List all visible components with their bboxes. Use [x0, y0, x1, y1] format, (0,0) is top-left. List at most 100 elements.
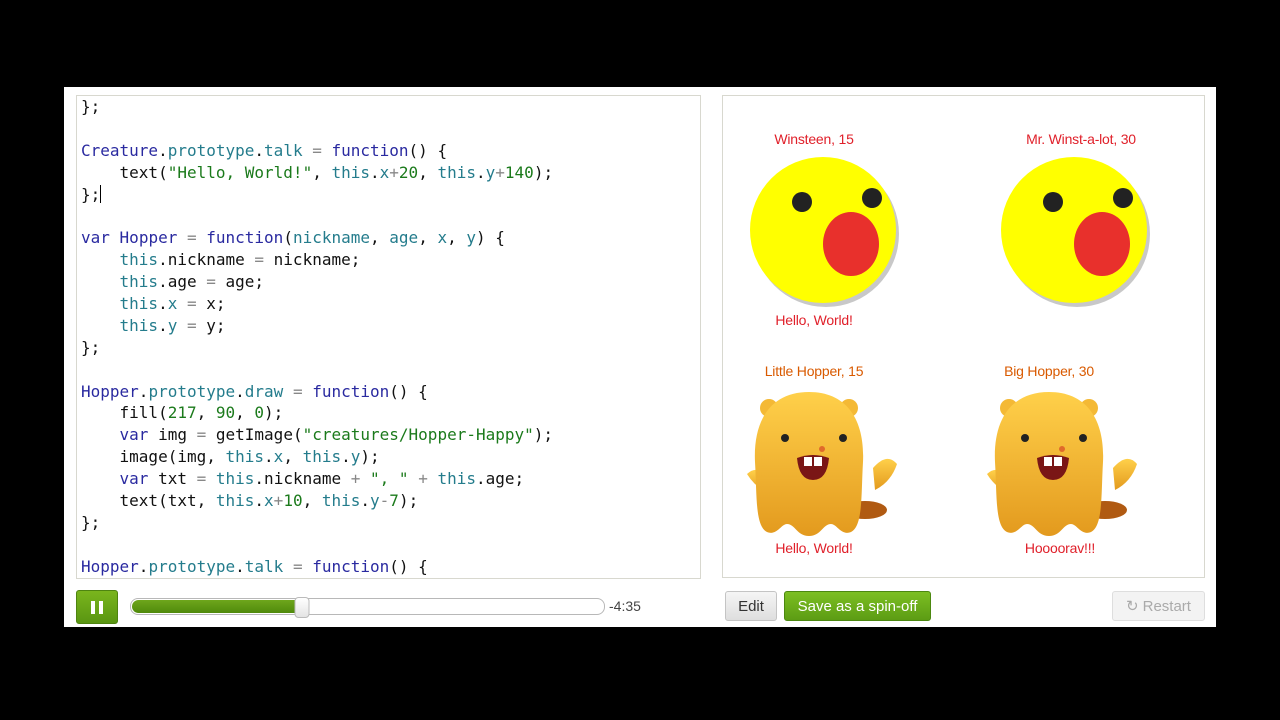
code-token: = — [206, 272, 216, 292]
code-content[interactable]: }; Creature.prototype.talk = function() {… — [81, 96, 696, 578]
code-token: . — [475, 162, 486, 182]
code-line[interactable]: var Hopper = function(nickname, age, x, … — [81, 227, 696, 249]
code-token: nickname — [292, 228, 371, 248]
code-token: , — [312, 162, 332, 182]
code-line[interactable] — [81, 359, 696, 381]
code-line[interactable]: Hopper.prototype.draw = function() { — [81, 381, 696, 403]
restart-button[interactable]: ↻ Restart — [1112, 591, 1205, 621]
code-line[interactable]: fill(217, 90, 0); — [81, 402, 696, 424]
save-spinoff-button[interactable]: Save as a spin-off — [784, 591, 931, 621]
code-token: ", " — [370, 469, 409, 489]
code-token: 7 — [389, 491, 399, 511]
code-token: = — [283, 381, 313, 401]
code-token: , — [302, 491, 322, 511]
code-token: Hopper — [119, 228, 178, 248]
code-token: }; — [81, 184, 101, 204]
code-token: - — [379, 491, 390, 511]
code-token: y — [466, 228, 476, 248]
code-token: x — [437, 228, 448, 248]
code-token: = — [177, 228, 207, 248]
pause-button[interactable] — [76, 590, 118, 624]
code-token: ); — [264, 403, 284, 423]
code-token: .age; — [476, 469, 525, 489]
code-line[interactable]: image(img, this.x, this.y); — [81, 446, 696, 468]
code-line[interactable]: }; — [81, 96, 696, 118]
code-token: 90 — [215, 403, 236, 423]
code-token: = — [302, 140, 332, 160]
code-token: talk — [264, 140, 303, 160]
code-token: x — [273, 447, 284, 467]
code-line[interactable]: }; — [81, 184, 696, 206]
code-line[interactable]: this.nickname = nickname; — [81, 249, 696, 271]
code-token: function — [206, 228, 284, 248]
code-token: . — [341, 447, 351, 467]
code-token: ); — [398, 491, 419, 511]
edit-button-label: Edit — [738, 597, 764, 615]
app-frame: }; Creature.prototype.talk = function() {… — [64, 87, 1216, 627]
code-token: Creature — [81, 140, 159, 160]
code-token: fill( — [81, 403, 168, 423]
code-token: this — [215, 469, 255, 489]
creature1-face — [750, 157, 899, 307]
code-token: "Hello, World!" — [167, 162, 313, 182]
edit-button[interactable]: Edit — [725, 591, 777, 621]
creature1-name-label: Winsteen, 15 — [774, 131, 854, 147]
code-token: ); — [533, 162, 554, 182]
code-token: = — [196, 425, 207, 445]
code-token: img — [148, 425, 197, 445]
code-token: x — [264, 491, 274, 511]
code-line[interactable] — [81, 534, 696, 556]
code-line[interactable]: Creature.prototype.talk = function() { — [81, 140, 696, 162]
code-token: Hopper — [81, 556, 139, 576]
code-token: txt — [148, 469, 197, 489]
code-token: age — [389, 228, 419, 248]
code-line[interactable]: this.y = y; — [81, 315, 696, 337]
code-token: , — [235, 403, 255, 423]
code-token: . — [264, 447, 274, 467]
code-token: y — [485, 162, 496, 182]
refresh-icon: ↻ — [1126, 598, 1139, 615]
code-token: var — [81, 228, 110, 248]
code-line[interactable]: }; — [81, 512, 696, 534]
code-token: image(img, — [81, 447, 226, 467]
code-editor[interactable]: }; Creature.prototype.talk = function() {… — [76, 95, 701, 579]
code-token: ); — [533, 425, 554, 445]
code-line[interactable]: text("Hello, World!", this.x+20, this.y+… — [81, 162, 696, 184]
code-token: = — [254, 250, 265, 270]
code-token: prototype — [148, 381, 236, 401]
code-token: y; — [206, 315, 226, 335]
code-token: text( — [81, 162, 168, 182]
code-line[interactable] — [81, 205, 696, 227]
code-token: . — [158, 140, 168, 160]
hopper1-name-label: Little Hopper, 15 — [764, 363, 864, 379]
code-token: text(txt, — [81, 491, 216, 511]
code-line[interactable] — [81, 118, 696, 140]
code-token: = — [177, 294, 207, 314]
code-token: + — [418, 469, 428, 489]
code-token: , — [418, 162, 438, 182]
code-token: this — [321, 491, 361, 511]
code-line[interactable]: Hopper.prototype.talk = function() { — [81, 556, 696, 578]
code-token: this — [119, 272, 159, 292]
code-line[interactable]: var img = getImage("creatures/Hopper-Hap… — [81, 424, 696, 446]
code-token: + — [273, 491, 284, 511]
code-line[interactable]: text(txt, this.x+10, this.y-7); — [81, 490, 696, 512]
progress-scrubber-handle[interactable] — [294, 597, 310, 618]
code-line[interactable]: }; — [81, 337, 696, 359]
code-token: , — [418, 228, 438, 248]
code-line[interactable]: this.age = age; — [81, 271, 696, 293]
code-line[interactable]: this.x = x; — [81, 293, 696, 315]
code-token: . — [360, 491, 371, 511]
code-token: x; — [206, 294, 226, 314]
code-line[interactable]: var txt = this.nickname + ", " + this.ag… — [81, 468, 696, 490]
progress-bar[interactable] — [130, 597, 605, 618]
code-token: = — [196, 469, 207, 489]
code-token: + — [389, 162, 399, 182]
